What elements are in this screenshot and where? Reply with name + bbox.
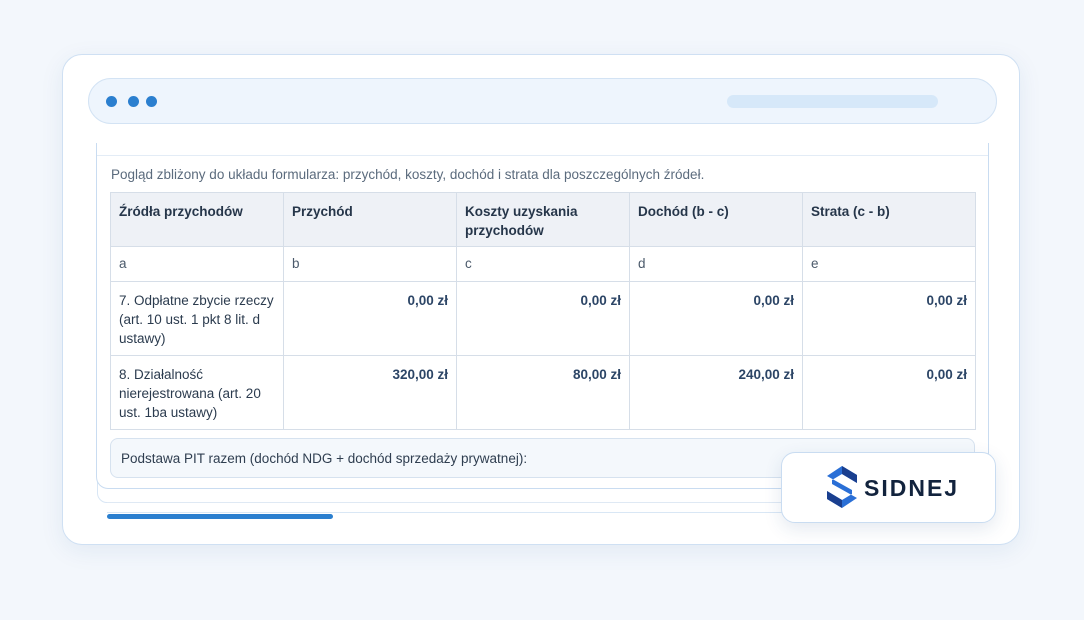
window-dot-icon	[106, 96, 117, 107]
form-description: Pogląd zbliżony do układu formularza: pr…	[111, 167, 705, 182]
brand-name: SIDNEJ	[864, 475, 960, 501]
income-cell: 0,00 zł	[629, 281, 803, 356]
brand-logo-badge: SIDNEJ	[781, 452, 996, 523]
table-row: 7. Odpłatne zbycie rzeczy (art. 10 ust. …	[110, 281, 976, 356]
column-letter: e	[802, 246, 976, 282]
column-letter: b	[283, 246, 457, 282]
column-header-loss: Strata (c - b)	[802, 192, 976, 247]
column-letters-row: a b c d e	[110, 246, 976, 282]
column-letter: c	[456, 246, 630, 282]
window-dot-icon	[128, 96, 139, 107]
column-header-income: Dochód (b - c)	[629, 192, 803, 247]
column-letter: a	[110, 246, 284, 282]
column-header-sources: Źródła przychodów	[110, 192, 284, 247]
column-header-revenue: Przychód	[283, 192, 457, 247]
revenue-cell: 320,00 zł	[283, 355, 457, 430]
address-bar[interactable]	[727, 95, 938, 108]
source-cell: 7. Odpłatne zbycie rzeczy (art. 10 ust. …	[110, 281, 284, 356]
income-cell: 240,00 zł	[629, 355, 803, 430]
sidnej-logo-icon	[827, 466, 857, 508]
income-sources-table: Źródła przychodów Przychód Koszty uzyska…	[110, 192, 976, 430]
pit-summary-card: Pogląd zbliżony do układu formularza: pr…	[96, 143, 989, 489]
loss-cell: 0,00 zł	[802, 355, 976, 430]
window-titlebar	[88, 78, 997, 124]
source-cell: 8. Działalność nierejestrowana (art. 20 …	[110, 355, 284, 430]
costs-cell: 80,00 zł	[456, 355, 630, 430]
table-row: 8. Działalność nierejestrowana (art. 20 …	[110, 355, 976, 430]
costs-cell: 0,00 zł	[456, 281, 630, 356]
revenue-cell: 0,00 zł	[283, 281, 457, 356]
clipped-heading-row	[97, 143, 988, 156]
column-letter: d	[629, 246, 803, 282]
column-header-costs: Koszty uzyskania przychodów	[456, 192, 630, 247]
scroll-progress-fill	[107, 514, 334, 519]
loss-cell: 0,00 zł	[802, 281, 976, 356]
pit-base-label: Podstawa PIT razem (dochód NDG + dochód …	[121, 451, 528, 466]
window-dot-icon	[146, 96, 157, 107]
